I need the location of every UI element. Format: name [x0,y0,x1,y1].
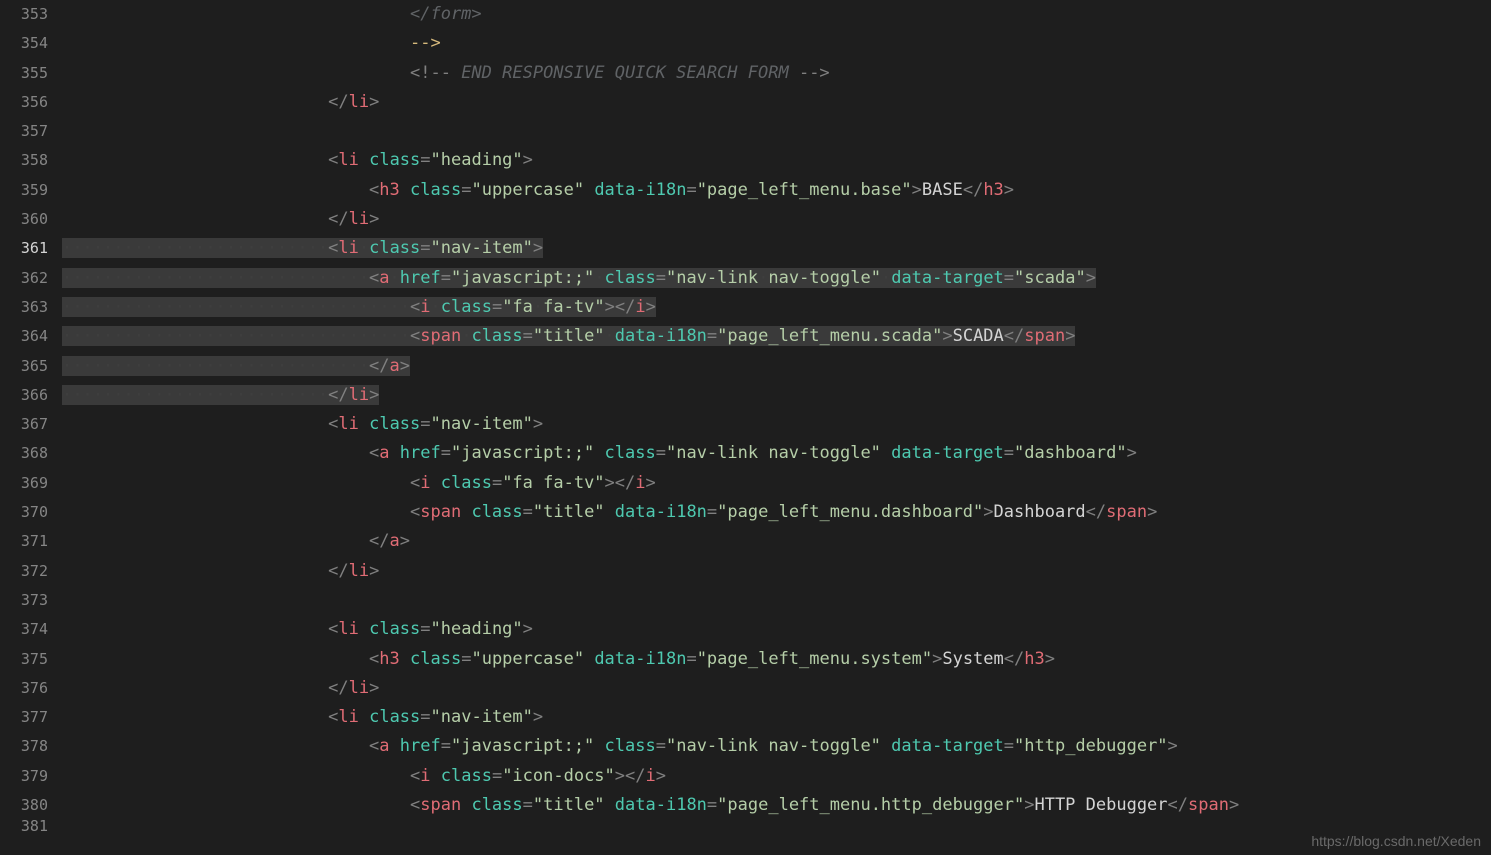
code-line[interactable] [62,820,1491,832]
code-line[interactable]: <a href="javascript:;" class="nav-link n… [62,732,1491,761]
line-number[interactable]: 357 [0,117,48,146]
code-line[interactable]: </li> [62,88,1491,117]
watermark-text: https://blog.csdn.net/Xeden [1311,833,1481,849]
line-number[interactable]: 361 [0,234,48,263]
line-number[interactable]: 380 [0,791,48,820]
line-number[interactable]: 365 [0,352,48,381]
code-line[interactable]: </li> [62,205,1491,234]
line-number[interactable]: 370 [0,498,48,527]
code-line[interactable]: <a href="javascript:;" class="nav-link n… [62,439,1491,468]
line-number[interactable]: 381 [0,820,48,832]
line-number[interactable]: 364 [0,322,48,351]
line-number[interactable]: 371 [0,527,48,556]
line-number[interactable]: 355 [0,59,48,88]
code-line[interactable] [62,586,1491,615]
code-line[interactable]: </li> [62,674,1491,703]
line-number[interactable]: 375 [0,645,48,674]
code-editor[interactable]: 3533543553563573583593603613623633643653… [0,0,1491,855]
code-line[interactable]: <i class="fa fa-tv"></i> [62,469,1491,498]
code-line[interactable]: ··························<li·class="nav… [62,234,1491,263]
line-number[interactable]: 354 [0,29,48,58]
code-line[interactable]: <li class="heading"> [62,146,1491,175]
code-line[interactable]: ······························</a> [62,352,1491,381]
code-line[interactable]: <li class="nav-item"> [62,410,1491,439]
line-number[interactable]: 378 [0,732,48,761]
code-line[interactable]: ··································<span·… [62,322,1491,351]
line-number[interactable]: 369 [0,469,48,498]
line-number[interactable]: 360 [0,205,48,234]
code-line[interactable]: <li class="nav-item"> [62,703,1491,732]
line-number[interactable]: 359 [0,176,48,205]
line-number[interactable]: 377 [0,703,48,732]
line-number[interactable]: 356 [0,88,48,117]
code-line[interactable]: ··································<i·cla… [62,293,1491,322]
code-line[interactable]: --> [62,29,1491,58]
code-line[interactable]: <span class="title" data-i18n="page_left… [62,791,1491,820]
line-number[interactable]: 358 [0,146,48,175]
line-number[interactable]: 374 [0,615,48,644]
code-area[interactable]: </form> --> <!-- END RESPONSIVE QUICK SE… [62,0,1491,855]
code-line[interactable]: <h3 class="uppercase" data-i18n="page_le… [62,645,1491,674]
code-line[interactable]: </li> [62,557,1491,586]
line-number[interactable]: 379 [0,762,48,791]
line-number[interactable]: 363 [0,293,48,322]
line-number[interactable]: 366 [0,381,48,410]
line-number[interactable]: 373 [0,586,48,615]
line-number[interactable]: 367 [0,410,48,439]
code-line[interactable]: ······························<a·href="j… [62,264,1491,293]
line-number[interactable]: 353 [0,0,48,29]
code-line[interactable] [62,117,1491,146]
code-line[interactable]: <h3 class="uppercase" data-i18n="page_le… [62,176,1491,205]
code-line[interactable]: <li class="heading"> [62,615,1491,644]
line-number[interactable]: 368 [0,439,48,468]
code-line[interactable]: <!-- END RESPONSIVE QUICK SEARCH FORM --… [62,59,1491,88]
code-line[interactable]: <i class="icon-docs"></i> [62,762,1491,791]
code-line[interactable]: ··························</li> [62,381,1491,410]
code-line[interactable]: <span class="title" data-i18n="page_left… [62,498,1491,527]
line-number[interactable]: 372 [0,557,48,586]
code-line[interactable]: </form> [62,0,1491,29]
line-number-gutter[interactable]: 3533543553563573583593603613623633643653… [0,0,62,855]
code-line[interactable]: </a> [62,527,1491,556]
line-number[interactable]: 362 [0,264,48,293]
line-number[interactable]: 376 [0,674,48,703]
